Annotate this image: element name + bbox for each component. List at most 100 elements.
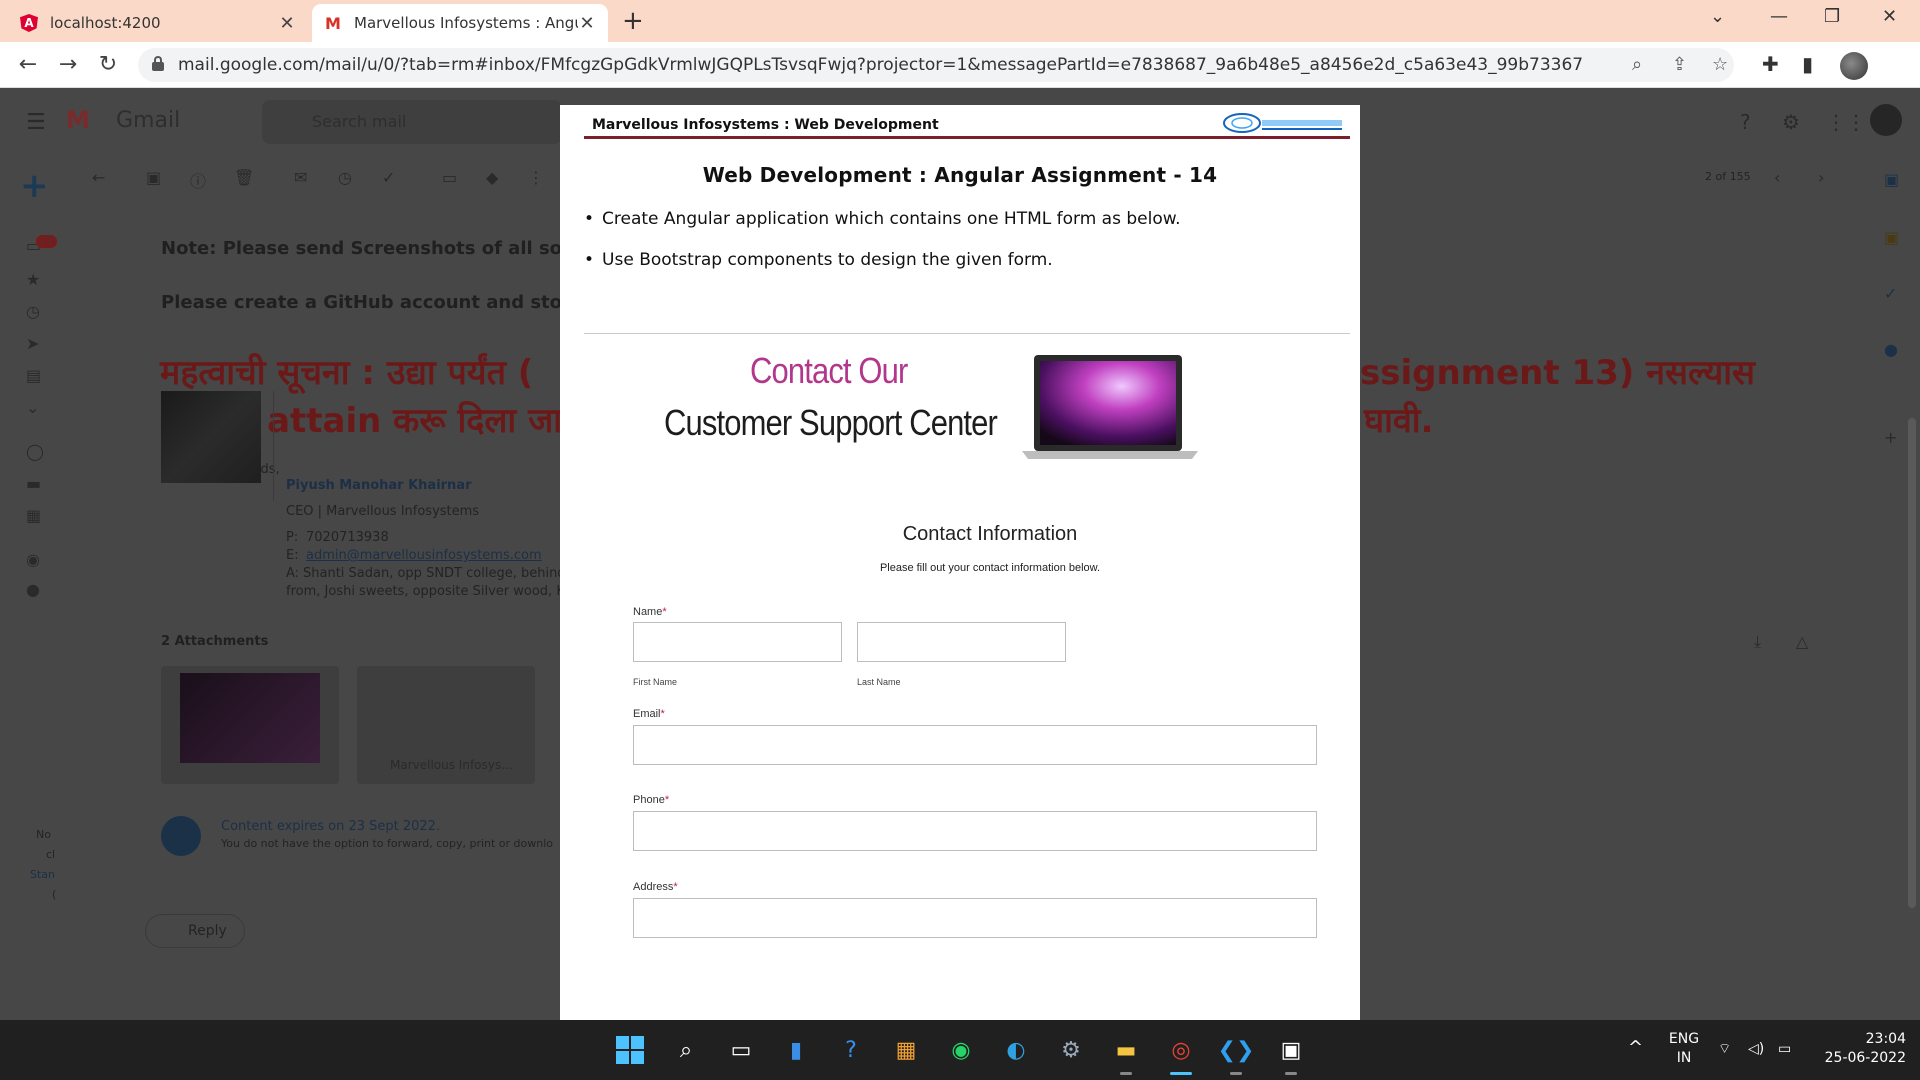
zoom-icon[interactable]: ⌕ xyxy=(1632,54,1642,75)
laptop-icon xyxy=(1022,355,1198,459)
bookmark-star-icon[interactable]: ☆ xyxy=(1712,54,1728,75)
back-to-inbox-icon[interactable]: ← xyxy=(92,168,105,187)
address-input[interactable] xyxy=(633,898,1317,938)
calendar-icon[interactable]: ▣ xyxy=(1884,170,1899,189)
reply-label: Reply xyxy=(188,923,227,939)
start-windows-icon[interactable] xyxy=(614,1034,646,1066)
settings-gear-icon[interactable]: ⚙ xyxy=(1782,110,1800,134)
phone-value: 7020713938 xyxy=(306,530,389,545)
store-icon[interactable]: ▦ xyxy=(890,1034,922,1066)
share-icon[interactable]: ⇪ xyxy=(1672,54,1687,75)
keep-icon[interactable]: ▣ xyxy=(1884,228,1899,247)
forward-button[interactable]: → xyxy=(54,52,82,77)
more-chevron-icon[interactable]: ⌄ xyxy=(26,398,39,417)
profile-avatar[interactable] xyxy=(1840,52,1868,80)
address-bar[interactable]: mail.google.com/mail/u/0/?tab=rm#inbox/F… xyxy=(138,48,1734,82)
snoozed-icon[interactable]: ◷ xyxy=(26,302,40,321)
search-icon[interactable]: ⌕ xyxy=(670,1034,702,1066)
email-label: E: xyxy=(286,548,299,563)
signature-divider xyxy=(273,391,274,501)
email-input[interactable] xyxy=(633,725,1317,765)
reload-button[interactable]: ↻ xyxy=(94,52,122,77)
contacts-icon[interactable]: ● xyxy=(1884,340,1898,359)
lock-icon[interactable] xyxy=(152,56,164,71)
help-app-icon[interactable]: ? xyxy=(835,1034,867,1066)
new-tab-button[interactable]: + xyxy=(622,6,644,36)
wifi-icon[interactable]: ⌔ xyxy=(1718,1040,1731,1059)
search-input[interactable]: Search mail xyxy=(312,112,406,131)
form-subtitle: Please fill out your contact information… xyxy=(879,562,1101,574)
chat-icon[interactable]: ◯ xyxy=(26,442,44,461)
contact-avatar-icon[interactable]: ● xyxy=(26,580,40,599)
gmail-logo-icon[interactable]: M xyxy=(66,106,90,134)
restore-button[interactable]: ❐ xyxy=(1824,6,1840,27)
widgets-icon[interactable]: ▮ xyxy=(780,1034,812,1066)
left-note-3[interactable]: Stan xyxy=(30,868,55,881)
settings-app-icon[interactable]: ⚙ xyxy=(1055,1034,1087,1066)
archive-icon[interactable]: ▣ xyxy=(146,168,161,187)
back-button[interactable]: ← xyxy=(14,52,42,77)
more-options-icon[interactable]: ⋮ xyxy=(528,168,544,187)
tab-search-chevron-icon[interactable]: ⌄ xyxy=(1710,6,1725,27)
angular-icon: A xyxy=(20,14,38,32)
hangouts-icon[interactable]: ◉ xyxy=(26,550,40,569)
running-indicator xyxy=(1120,1072,1132,1075)
tab-localhost[interactable]: A localhost:4200 ✕ xyxy=(8,4,308,42)
attachments-heading: 2 Attachments xyxy=(161,634,269,649)
whatsapp-icon[interactable]: ◉ xyxy=(945,1034,977,1066)
vscode-icon[interactable]: ❮❯ xyxy=(1218,1034,1255,1066)
search-box[interactable] xyxy=(262,100,562,144)
terminal-icon[interactable]: ▣ xyxy=(1275,1034,1307,1066)
starred-icon[interactable]: ★ xyxy=(26,270,40,289)
compose-button[interactable]: + xyxy=(20,166,49,206)
hindi-notice-line-1a: महत्वाची सूचना : उद्या पर्यंत ( xyxy=(160,353,534,393)
side-panel-icon[interactable]: ▮ xyxy=(1802,52,1813,76)
task-view-icon[interactable]: ▭ xyxy=(725,1034,757,1066)
language-indicator[interactable]: ENG IN xyxy=(1664,1030,1704,1068)
tab-close-icon[interactable]: ✕ xyxy=(578,13,596,34)
save-to-drive-icon[interactable]: △ xyxy=(1796,632,1808,651)
keyboard-icon[interactable]: ▦ xyxy=(26,506,41,525)
help-icon[interactable]: ? xyxy=(1740,110,1751,134)
volume-icon[interactable]: ◁) xyxy=(1748,1040,1764,1059)
url-text[interactable]: mail.google.com/mail/u/0/?tab=rm#inbox/F… xyxy=(178,55,1583,75)
sent-icon[interactable]: ➤ xyxy=(26,334,39,353)
main-menu-icon[interactable]: ☰ xyxy=(26,110,46,135)
tab-close-icon[interactable]: ✕ xyxy=(278,13,296,34)
older-chevron-icon[interactable]: › xyxy=(1818,168,1824,187)
drafts-icon[interactable]: ▤ xyxy=(26,366,41,385)
clock[interactable]: 23:04 25-06-2022 xyxy=(1812,1030,1906,1068)
first-name-input[interactable] xyxy=(633,622,842,662)
account-avatar[interactable] xyxy=(1870,104,1902,136)
name-label: Name* xyxy=(633,606,667,618)
tray-overflow-chevron-icon[interactable]: ^ xyxy=(1628,1038,1643,1057)
scrollbar[interactable] xyxy=(1908,418,1916,908)
report-spam-icon[interactable]: ⓘ xyxy=(190,168,206,192)
download-all-icon[interactable]: ⤓ xyxy=(1754,632,1761,652)
unread-badge: 23 xyxy=(36,235,57,248)
phone-input[interactable] xyxy=(633,811,1317,851)
document-header: Marvellous Infosystems : Web Development xyxy=(584,113,1350,139)
snooze-icon[interactable]: ◷ xyxy=(338,168,352,187)
add-task-icon[interactable]: ✓ xyxy=(382,168,395,187)
label-icon[interactable]: ◆ xyxy=(486,168,498,187)
tasks-icon[interactable]: ✓ xyxy=(1884,284,1897,303)
add-addon-icon[interactable]: + xyxy=(1884,428,1897,447)
extensions-icon[interactable]: ✚ xyxy=(1762,52,1779,76)
move-to-icon[interactable]: ▭ xyxy=(442,168,457,187)
delete-icon[interactable]: 🗑 xyxy=(234,168,254,187)
newer-chevron-icon[interactable]: ‹ xyxy=(1774,168,1780,187)
sender-name[interactable]: Piyush Manohar Khairnar xyxy=(286,478,472,493)
apps-grid-icon[interactable]: ⋮⋮ xyxy=(1826,110,1866,134)
edge-icon[interactable]: ◐ xyxy=(1000,1034,1032,1066)
meet-icon[interactable]: ▬ xyxy=(26,474,41,493)
chrome-icon[interactable]: ◎ xyxy=(1165,1034,1197,1066)
close-window-button[interactable]: ✕ xyxy=(1882,6,1897,27)
mark-unread-icon[interactable]: ✉ xyxy=(294,168,307,187)
battery-icon[interactable]: ▭ xyxy=(1778,1040,1791,1059)
sender-email-link[interactable]: admin@marvellousinfosystems.com xyxy=(306,548,542,563)
tab-gmail[interactable]: M Marvellous Infosystems : Angular ✕ xyxy=(312,4,608,42)
minimize-button[interactable]: — xyxy=(1770,6,1788,27)
last-name-input[interactable] xyxy=(857,622,1066,662)
file-explorer-icon[interactable]: ▬ xyxy=(1110,1034,1142,1066)
